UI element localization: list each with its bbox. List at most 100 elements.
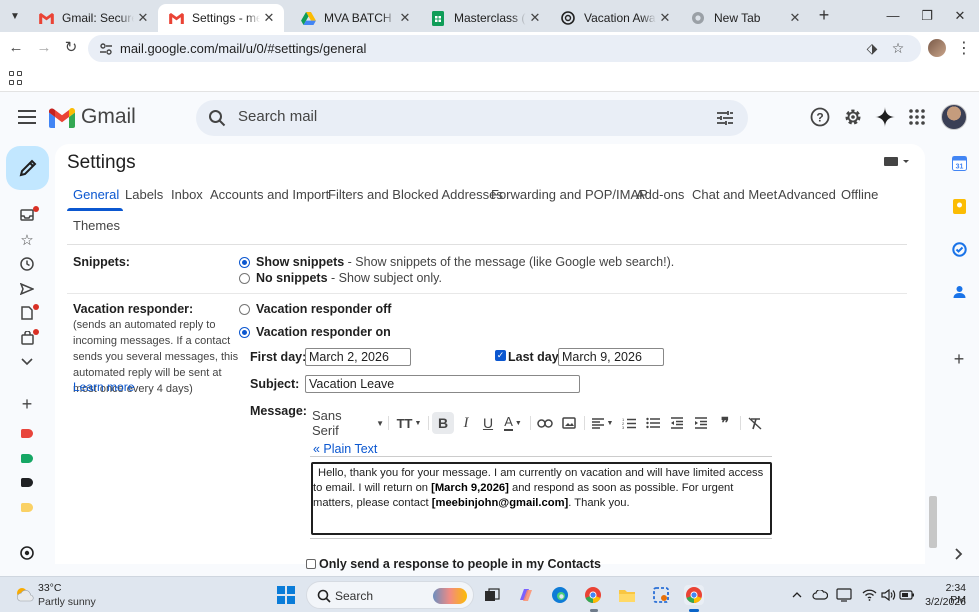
tab-gmail[interactable]: Gmail: Secure, AI-Powered Email ✕ (28, 4, 158, 32)
chrome-icon[interactable] (583, 585, 603, 605)
compose-button[interactable] (6, 146, 49, 190)
font-size-icon[interactable]: TT ▼ (394, 412, 424, 434)
first-day-input[interactable] (305, 348, 411, 366)
keep-icon[interactable] (951, 198, 967, 214)
remove-formatting-icon[interactable] (744, 412, 766, 434)
vacation-off-radio[interactable] (239, 304, 250, 315)
tab-labels[interactable]: Labels (125, 187, 163, 202)
align-icon[interactable]: ▼ (588, 412, 616, 434)
search-input[interactable] (238, 108, 698, 125)
browser-profile-avatar[interactable] (928, 39, 946, 57)
font-family-select[interactable]: Sans Serif ▼ (312, 408, 384, 438)
close-tab-icon[interactable]: ✕ (786, 10, 804, 26)
wifi-icon[interactable] (861, 587, 877, 603)
tab-advanced[interactable]: Advanced (778, 187, 836, 202)
label-green-icon[interactable] (21, 454, 33, 463)
url-text[interactable]: mail.google.com/mail/u/0/#settings/gener… (120, 41, 366, 56)
underline-icon[interactable]: U (478, 412, 498, 434)
taskbar-search[interactable]: Search (306, 581, 474, 609)
last-day-input[interactable] (558, 348, 664, 366)
task-view-icon[interactable] (482, 585, 502, 605)
volume-icon[interactable] (880, 587, 896, 603)
file-explorer-icon[interactable] (617, 585, 637, 605)
close-tab-icon[interactable]: ✕ (656, 10, 674, 26)
bulleted-list-icon[interactable] (642, 412, 664, 434)
tab-accounts-import[interactable]: Accounts and Import (210, 187, 329, 202)
gmail-wordmark[interactable]: Gmail (81, 105, 136, 129)
vacation-off-option[interactable]: Vacation responder off (256, 302, 391, 316)
bookmark-star-icon[interactable]: ☆ (890, 40, 906, 56)
settings-scrollbar[interactable] (929, 496, 937, 548)
vacation-on-option[interactable]: Vacation responder on (256, 325, 391, 339)
help-icon[interactable]: ? (808, 105, 832, 129)
last-day-checkbox[interactable]: ✓ (495, 350, 506, 361)
label-yellow-icon[interactable] (21, 503, 33, 512)
account-avatar[interactable] (941, 104, 967, 130)
weather-description[interactable]: Partly sunny (38, 596, 96, 608)
gemini-sparkle-icon[interactable] (873, 105, 897, 129)
message-editor[interactable]: Hello, thank you for your message. I am … (311, 462, 772, 535)
text-color-icon[interactable]: A ▼ (500, 412, 526, 434)
label-black-icon[interactable] (21, 478, 33, 487)
tab-forwarding[interactable]: Forwarding and POP/IMAP (491, 187, 648, 202)
forward-arrow-icon[interactable]: → (33, 37, 55, 59)
install-app-icon[interactable]: ⬗ (864, 40, 880, 56)
quote-icon[interactable]: ❞ (714, 412, 736, 434)
google-apps-icon[interactable] (905, 105, 929, 129)
tab-settings[interactable]: Settings - meebinjohn@gmail.com ✕ (158, 4, 284, 32)
onedrive-cloud-icon[interactable] (812, 587, 828, 603)
search-icon[interactable] (208, 109, 226, 127)
tab-addons[interactable]: Add-ons (636, 187, 684, 202)
tab-new-tab[interactable]: New Tab ✕ (680, 4, 810, 32)
copilot-icon[interactable] (516, 585, 536, 605)
close-tab-icon[interactable]: ✕ (134, 10, 152, 26)
input-tools-keyboard-icon[interactable] (884, 156, 910, 168)
sent-icon[interactable] (19, 281, 35, 297)
close-tab-icon[interactable]: ✕ (396, 10, 414, 26)
clock-date[interactable]: 3/2/2026 (918, 596, 966, 608)
subject-input[interactable] (305, 375, 580, 393)
label-red-icon[interactable] (21, 429, 33, 438)
apps-grid-icon[interactable] (9, 71, 23, 85)
browser-menu-icon[interactable]: ⋮ (956, 38, 972, 58)
hide-side-panel-chevron-icon[interactable] (951, 546, 967, 562)
italic-icon[interactable]: I (456, 412, 476, 434)
omnibox[interactable]: mail.google.com/mail/u/0/#settings/gener… (88, 35, 921, 62)
chrome-active-icon[interactable] (684, 585, 704, 605)
tab-sheets[interactable]: Masterclass (VA) Tracker ✕ (420, 4, 550, 32)
support-icon[interactable] (19, 545, 35, 561)
indent-more-icon[interactable] (690, 412, 712, 434)
tab-vacation-away[interactable]: Vacation Away Messages ✕ (550, 4, 680, 32)
numbered-list-icon[interactable]: 123 (618, 412, 640, 434)
battery-icon[interactable] (899, 587, 915, 603)
add-label-plus-icon[interactable]: + (19, 394, 35, 414)
tab-general[interactable]: General (73, 187, 119, 202)
starred-icon[interactable]: ☆ (19, 232, 35, 249)
tab-offline[interactable]: Offline (841, 187, 878, 202)
back-arrow-icon[interactable]: ← (5, 37, 27, 59)
search-bar[interactable] (196, 100, 748, 136)
close-tab-icon[interactable]: ✕ (526, 10, 544, 26)
bold-icon[interactable]: B (432, 412, 454, 434)
close-window-icon[interactable]: ✕ (945, 5, 975, 27)
display-icon[interactable] (836, 587, 852, 603)
plain-text-link[interactable]: « Plain Text (313, 442, 377, 456)
vacation-on-radio[interactable] (239, 327, 250, 338)
snipping-tool-icon[interactable] (651, 585, 671, 605)
gmail-logo-icon[interactable] (49, 108, 75, 128)
restore-icon[interactable]: ❐ (912, 5, 942, 27)
show-snippets-option[interactable]: Show snippets - Show snippets of the mes… (256, 255, 674, 269)
reload-icon[interactable]: ↻ (60, 37, 82, 59)
link-icon[interactable] (534, 412, 556, 434)
tab-drive[interactable]: MVA BATCH 73 - Vacation ✕ (290, 4, 420, 32)
calendar-icon[interactable]: 31 (951, 155, 967, 171)
weather-temperature[interactable]: 33°C (38, 582, 61, 594)
tab-filters[interactable]: Filters and Blocked Addresses (328, 187, 503, 202)
site-info-icon[interactable] (98, 41, 114, 57)
partly-sunny-icon[interactable] (14, 585, 34, 605)
close-tab-icon[interactable]: ✕ (260, 10, 278, 26)
edge-icon[interactable] (550, 585, 570, 605)
search-options-icon[interactable] (716, 109, 734, 127)
new-tab-plus-icon[interactable]: + (814, 6, 834, 26)
windows-start-icon[interactable] (277, 586, 295, 604)
